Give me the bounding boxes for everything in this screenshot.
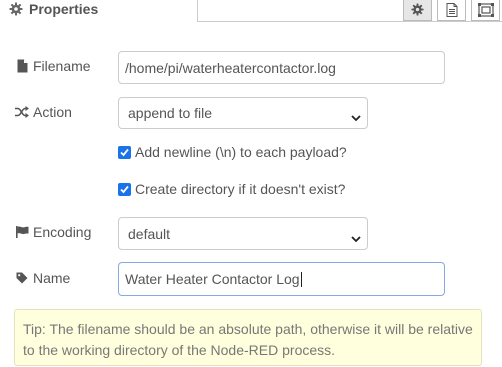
gear-icon [9,2,23,16]
node-editor-panel: Properties Filename /home/pi/waterheater… [0,0,502,367]
chevron-down-icon [351,109,361,122]
append-newline-label: Add newline (\n) to each payload? [135,144,347,160]
properties-title: Properties [29,1,99,17]
create-directory-checkbox[interactable] [118,182,131,196]
name-input[interactable]: Water Heater Contactor Log [118,262,445,296]
action-label: Action [15,102,72,122]
tip-text-line-1: Tip: The filename should be an absolute … [23,321,473,337]
append-newline-option[interactable]: Add newline (\n) to each payload? [118,144,347,160]
append-newline-checkbox[interactable] [118,145,131,159]
encoding-label: Encoding [15,222,91,242]
properties-tab[interactable]: Properties [9,0,98,18]
node-appearance-button[interactable] [471,0,500,21]
filename-label: Filename [15,56,91,76]
action-select[interactable]: append to file [118,97,368,129]
name-label: Name [15,268,70,288]
tag-icon [15,271,29,285]
node-description-button[interactable] [437,0,466,21]
flag-icon [15,225,29,239]
create-directory-label: Create directory if it doesn't exist? [135,181,346,197]
filename-input[interactable]: /home/pi/waterheatercontactor.log [118,51,445,84]
tip-box: Tip: The filename should be an absolute … [14,309,482,366]
appearance-icon [477,2,494,17]
file-icon [15,59,29,73]
create-directory-option[interactable]: Create directory if it doesn't exist? [118,181,345,197]
description-icon [446,2,458,17]
tip-text-line-2: to the working directory of the Node-RED… [23,342,336,358]
encoding-select[interactable]: default [118,217,368,250]
chevron-down-icon [351,230,361,242]
node-properties-button[interactable] [403,0,432,21]
random-icon [15,105,29,119]
gear-icon [411,3,424,16]
text-cursor [300,271,302,287]
